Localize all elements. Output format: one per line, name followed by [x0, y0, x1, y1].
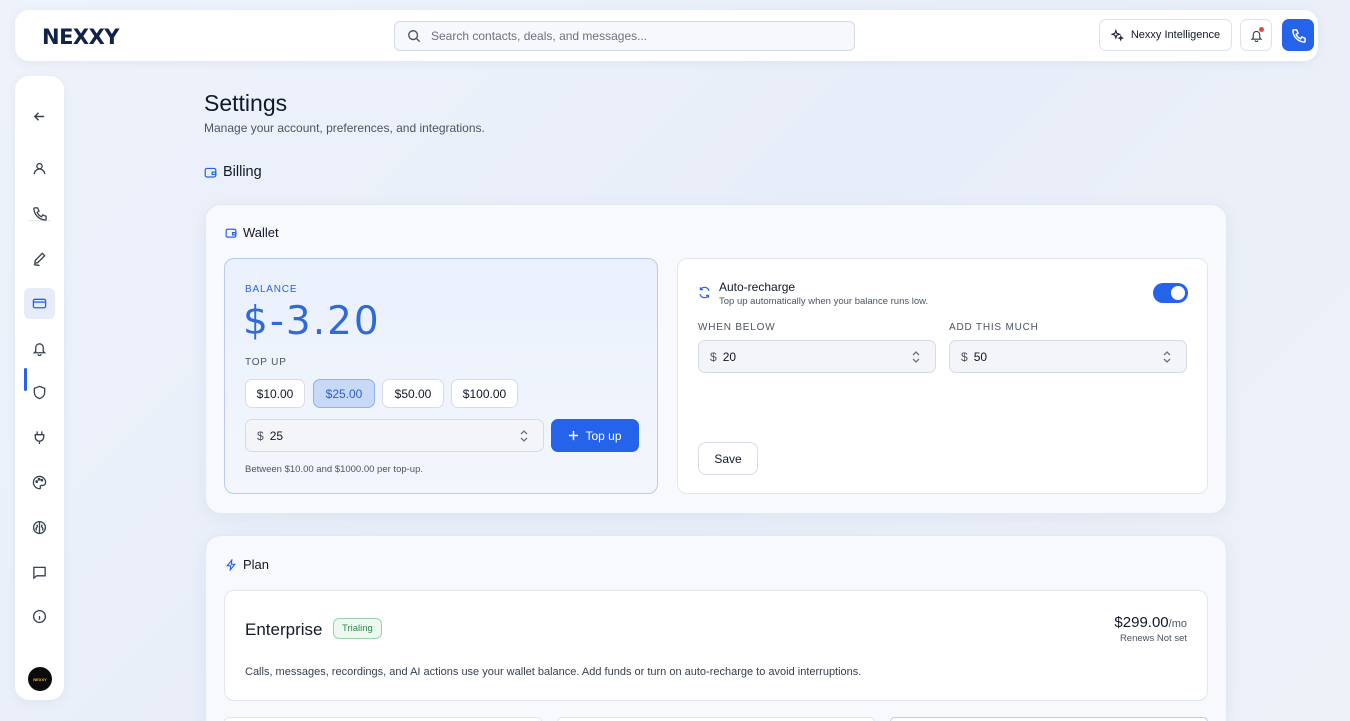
sidebar-item-about[interactable] [24, 601, 55, 632]
status-badge: Trialing [333, 618, 382, 639]
arrow-left-icon [33, 112, 45, 121]
sidebar-item-signature[interactable] [24, 243, 55, 274]
shield-icon [33, 385, 46, 400]
plug-icon [34, 431, 45, 445]
amount-option-10[interactable]: $10.00 [245, 379, 305, 408]
plan-price-amount: $299.00 [1114, 614, 1169, 631]
top-up-range-note: Between $10.00 and $1000.00 per top-up. [245, 464, 424, 475]
billing-section-title: Billing [223, 164, 262, 180]
plus-icon [569, 430, 579, 441]
auto-recharge-toggle[interactable] [1153, 283, 1188, 303]
pen-icon [33, 252, 46, 266]
notifications-button[interactable] [1240, 19, 1272, 51]
sidebar-item-appearance[interactable] [24, 467, 55, 498]
amount-option-100[interactable]: $100.00 [451, 379, 518, 408]
top-up-label: TOP UP [245, 357, 287, 368]
phone-icon [33, 207, 47, 221]
plan-description: Calls, messages, recordings, and AI acti… [245, 666, 862, 678]
wallet-icon [204, 167, 217, 178]
chat-icon [33, 566, 46, 580]
top-bar: NEXXY Nexxy Intelligence [15, 10, 1318, 61]
when-below-input[interactable]: $ 20 [698, 340, 936, 373]
currency-symbol: $ [961, 349, 968, 364]
sidebar-item-integrations[interactable] [24, 422, 55, 453]
auto-recharge-panel: Auto-recharge Top up automatically when … [677, 258, 1208, 494]
plan-name: Enterprise [245, 620, 323, 639]
when-below-value: 20 [722, 349, 737, 364]
bottom-card [224, 717, 542, 721]
wallet-card-header: Wallet [225, 225, 279, 240]
search-icon [408, 30, 421, 43]
currency-symbol: $ [257, 428, 264, 443]
billing-section-header: Billing [204, 164, 262, 180]
stepper-icon[interactable] [1162, 350, 1172, 364]
amount-option-50[interactable]: $50.00 [382, 379, 444, 408]
sidebar: NEXXY [15, 76, 64, 700]
bottom-card [557, 717, 875, 721]
balance-label: BALANCE [245, 284, 298, 295]
plan-details: Enterprise Trialing $299.00/mo Renews No… [224, 590, 1208, 701]
plan-card-header: Plan [225, 557, 269, 572]
plan-card-title: Plan [243, 557, 270, 572]
sidebar-item-back[interactable] [24, 101, 55, 132]
when-below-label: WHEN BELOW [698, 322, 776, 333]
sidebar-item-calls[interactable] [24, 198, 55, 229]
nexxy-intelligence-button[interactable]: Nexxy Intelligence [1099, 19, 1232, 51]
nexxy-intelligence-label: Nexxy Intelligence [1130, 29, 1221, 41]
search-input[interactable] [431, 29, 831, 43]
sidebar-item-billing[interactable] [24, 288, 55, 319]
toggle-knob [1171, 286, 1185, 300]
lightning-icon [226, 558, 236, 571]
credit-card-icon [32, 298, 47, 309]
phone-icon [1291, 28, 1306, 43]
plan-renewal: Renews Not set [1119, 633, 1187, 644]
page-title: Settings [204, 90, 288, 116]
add-amount-label: ADD THIS MUCH [949, 322, 1039, 333]
palette-icon [32, 475, 47, 490]
top-up-button[interactable]: Top up [551, 419, 639, 452]
stepper-icon[interactable] [911, 350, 921, 364]
sidebar-item-profile[interactable] [24, 153, 55, 184]
plan-price-period: /mo [1168, 618, 1187, 630]
auto-recharge-title: Auto-recharge [719, 280, 796, 294]
sidebar-item-messages[interactable] [24, 557, 55, 588]
notification-dot [1259, 27, 1264, 32]
info-icon [32, 609, 47, 624]
plan-price: $299.00/mo [1114, 614, 1187, 631]
sidebar-item-ai[interactable] [24, 512, 55, 543]
call-button[interactable] [1282, 19, 1314, 51]
stepper-icon[interactable] [519, 429, 529, 443]
add-amount-value: 50 [973, 349, 988, 364]
refresh-icon [699, 286, 710, 299]
avatar[interactable]: NEXXY [28, 667, 52, 691]
brain-icon [32, 520, 47, 535]
bottom-card [890, 717, 1208, 721]
balance-panel: BALANCE $-3.20 TOP UP $10.00 $25.00 $50.… [224, 258, 658, 494]
wallet-icon [225, 228, 237, 238]
balance-value: $-3.20 [243, 299, 381, 344]
sidebar-item-security[interactable] [24, 377, 55, 408]
save-button[interactable]: Save [698, 442, 758, 475]
custom-amount-value: 25 [269, 428, 284, 443]
page-subtitle: Manage your account, preferences, and in… [204, 121, 485, 135]
custom-amount-input[interactable]: $ 25 [245, 419, 544, 452]
wallet-card-title: Wallet [243, 225, 279, 240]
sidebar-item-notifications[interactable] [24, 333, 55, 364]
amount-option-25[interactable]: $25.00 [313, 379, 375, 408]
auto-recharge-subtitle: Top up automatically when your balance r… [719, 296, 929, 307]
app-logo[interactable]: NEXXY [42, 25, 120, 49]
search-box[interactable] [394, 21, 855, 51]
add-amount-input[interactable]: $ 50 [949, 340, 1187, 373]
sparkles-icon [1110, 28, 1124, 42]
bell-icon [32, 343, 47, 356]
user-icon [33, 162, 46, 175]
currency-symbol: $ [710, 349, 717, 364]
top-up-button-label: Top up [585, 428, 622, 443]
